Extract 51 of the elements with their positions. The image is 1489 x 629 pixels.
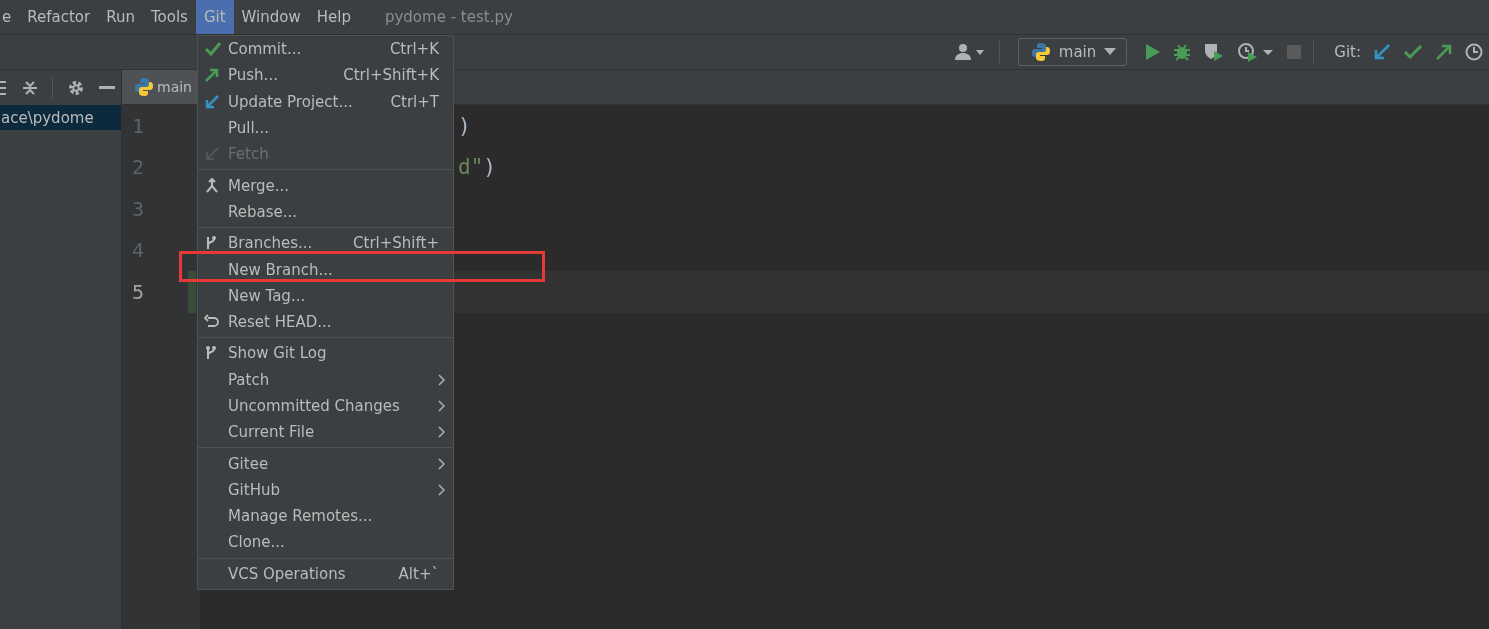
arrow-up-right-icon [204,67,220,84]
menu-item[interactable]: Manage Remotes... [198,503,453,530]
code-text: ) [458,113,471,138]
branch-icon [204,235,218,252]
window-title: pydome - test.py [384,8,513,26]
python-icon [1030,42,1051,62]
menu-item[interactable]: Show Git Log [198,340,453,367]
minimize-icon[interactable] [99,85,115,90]
clock-run-icon[interactable] [1237,42,1276,62]
clock-icon[interactable] [1465,43,1483,61]
menu-item[interactable]: Rebase... [198,198,453,226]
collapse-icon[interactable] [22,79,38,96]
menu-item[interactable]: Tools [142,0,196,34]
menu-item[interactable]: Gitee [198,450,453,477]
arrow-down-left-icon [204,93,220,110]
user-icon[interactable] [952,42,987,62]
code-text: d") [458,155,496,180]
menu-item[interactable]: Refactor [19,0,99,34]
menu-item[interactable]: Patch [198,366,453,393]
menu-item[interactable]: Commit... Ctrl+K [198,36,453,63]
menu-item[interactable]: Branches... Ctrl+Shift+ [198,230,453,257]
arrow-up-right-icon[interactable] [1435,43,1453,61]
branch-icon [204,345,218,362]
arrow-down-left-icon [204,146,220,163]
menu-item[interactable]: Run [98,0,143,34]
line-number: 5 [132,279,145,304]
menu-item[interactable]: Pull... [198,114,453,142]
git-label: Git: [1334,43,1361,61]
menu-item[interactable]: New Tag... [198,282,453,309]
menu-item[interactable]: e [0,0,20,34]
tree-item[interactable]: ace\pydome [0,105,121,130]
menu-item[interactable]: Window [233,0,309,34]
caret-icon [1104,48,1117,56]
menu-item[interactable]: Help [308,0,359,34]
run-config-dropdown[interactable]: main [1017,38,1128,66]
bug-icon[interactable] [1173,43,1192,61]
menu-item[interactable]: VCS Operations Alt+` [198,560,453,587]
menu-item[interactable]: Current File [198,419,453,446]
check-icon [204,41,222,58]
arrow-down-left-icon[interactable] [1373,43,1391,61]
menu-item[interactable]: Uncommitted Changes [198,392,453,420]
check-icon[interactable] [1403,43,1423,61]
settings-icon[interactable] [67,78,85,97]
run-icon[interactable] [1145,43,1162,61]
menu-item[interactable]: Reset HEAD... [198,308,453,336]
menu-item[interactable]: Clone... [198,529,453,556]
menu-item[interactable]: GitHub [198,476,453,504]
merge-icon [204,177,220,194]
menu-item[interactable]: New Branch... [198,256,453,283]
python-file-icon [134,77,154,97]
menu-item[interactable]: Merge... [198,172,453,199]
